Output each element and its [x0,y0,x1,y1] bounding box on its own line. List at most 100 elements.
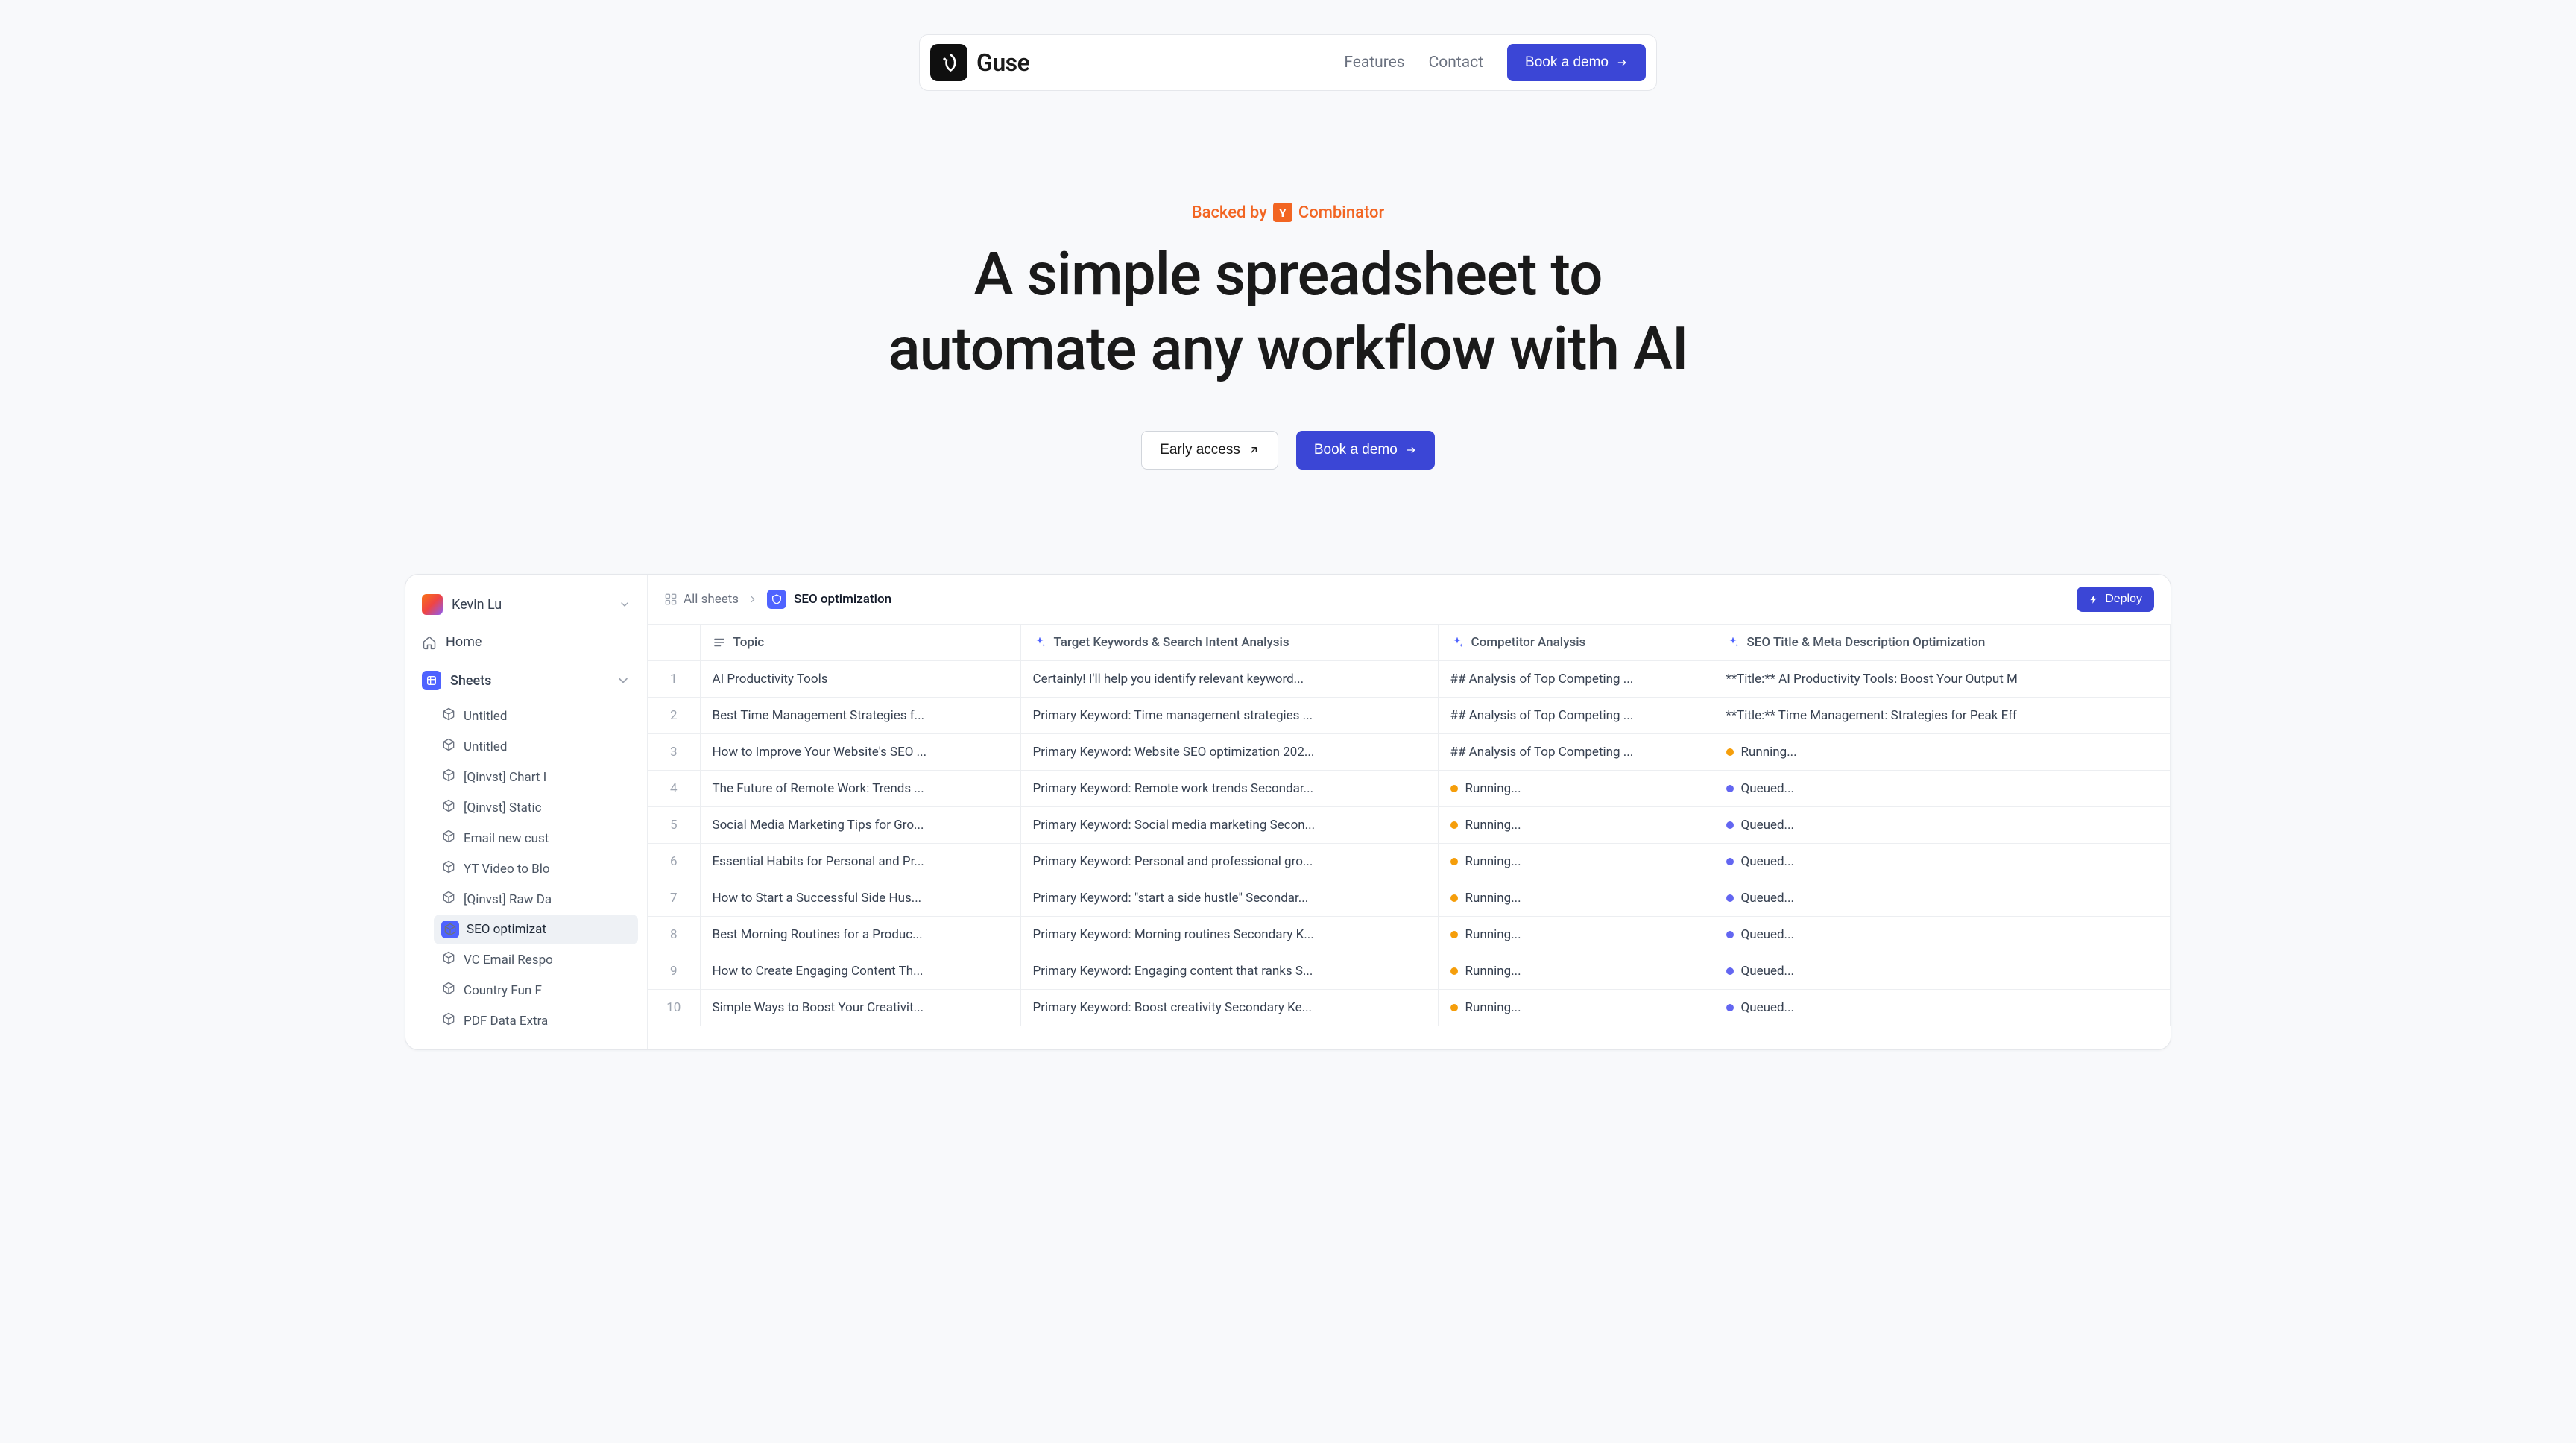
sparkle-icon [1726,636,1740,649]
cell-seo[interactable]: **Title:** Time Management: Strategies f… [1714,698,2171,734]
cell-topic[interactable]: How to Create Engaging Content Th... [700,953,1020,990]
cube-icon [441,859,456,878]
cell-competitor[interactable]: Running... [1438,807,1714,844]
col-seo[interactable]: SEO Title & Meta Description Optimizatio… [1714,625,2171,661]
sidebar: Kevin Lu Home Sheets UntitledUntitled[Qi… [405,575,648,1049]
status-dot-icon [1450,821,1458,829]
cell-competitor[interactable]: ## Analysis of Top Competing ... [1438,661,1714,698]
cell-seo[interactable]: **Title:** AI Productivity Tools: Boost … [1714,661,2171,698]
cell-seo[interactable]: Queued... [1714,990,2171,1026]
cell-topic[interactable]: How to Start a Successful Side Hus... [700,880,1020,917]
book-demo-label: Book a demo [1525,54,1609,71]
sidebar-item-sheets[interactable]: Sheets [414,663,638,698]
early-access-button[interactable]: Early access [1141,431,1278,470]
cell-topic[interactable]: Essential Habits for Personal and Pr... [700,844,1020,880]
cube-icon [441,798,456,817]
col-topic[interactable]: Topic [700,625,1020,661]
cell-topic[interactable]: Best Time Management Strategies f... [700,698,1020,734]
cell-topic[interactable]: Best Morning Routines for a Produc... [700,917,1020,953]
backed-by: Backed by Y Combinator [1192,203,1385,222]
cell-seo[interactable]: Queued... [1714,771,2171,807]
book-demo-button[interactable]: Book a demo [1507,44,1646,81]
breadcrumb-current: SEO optimization [767,590,891,609]
sidebar-sheet-item[interactable]: Email new cust [434,823,638,853]
sidebar-sheet-item[interactable]: SEO optimizat [434,915,638,944]
nav-link-features[interactable]: Features [1344,54,1404,72]
sheet-label: Email new cust [464,831,549,846]
sheet-label: SEO optimizat [467,922,546,937]
cell-competitor[interactable]: ## Analysis of Top Competing ... [1438,698,1714,734]
cell-topic[interactable]: AI Productivity Tools [700,661,1020,698]
table-row: 9How to Create Engaging Content Th...Pri… [648,953,2171,990]
cell-keywords[interactable]: Certainly! I'll help you identify releva… [1020,661,1438,698]
brand[interactable]: Guse [930,44,1029,81]
cell-keywords[interactable]: Primary Keyword: Boost creativity Second… [1020,990,1438,1026]
col-keywords[interactable]: Target Keywords & Search Intent Analysis [1020,625,1438,661]
cell-competitor[interactable]: Running... [1438,990,1714,1026]
text-icon [713,636,726,649]
cell-competitor[interactable]: Running... [1438,880,1714,917]
status-running: Running... [1450,1000,1521,1015]
cell-seo[interactable]: Queued... [1714,807,2171,844]
app-preview: Kevin Lu Home Sheets UntitledUntitled[Qi… [405,574,2171,1050]
deploy-button[interactable]: Deploy [2077,587,2154,612]
cell-keywords[interactable]: Primary Keyword: Personal and profession… [1020,844,1438,880]
cell-topic[interactable]: The Future of Remote Work: Trends ... [700,771,1020,807]
arrow-up-right-icon [1248,444,1260,456]
status-queued: Queued... [1726,927,1795,942]
cell-keywords[interactable]: Primary Keyword: Time management strateg… [1020,698,1438,734]
cell-seo[interactable]: Queued... [1714,844,2171,880]
sidebar-sheet-item[interactable]: PDF Data Extra [434,1005,638,1036]
cell-seo[interactable]: Queued... [1714,880,2171,917]
sidebar-sheet-item[interactable]: Untitled [434,701,638,731]
data-table: Topic Target Keywords & Search Intent An… [648,625,2171,1026]
cube-icon [441,921,459,938]
cell-competitor[interactable]: Running... [1438,771,1714,807]
cell-seo[interactable]: Queued... [1714,953,2171,990]
status-running: Running... [1450,891,1521,906]
sidebar-sheet-item[interactable]: YT Video to Blo [434,853,638,884]
cell-seo[interactable]: Running... [1714,734,2171,771]
cell-topic[interactable]: Simple Ways to Boost Your Creativit... [700,990,1020,1026]
cell-competitor[interactable]: ## Analysis of Top Competing ... [1438,734,1714,771]
cell-keywords[interactable]: Primary Keyword: Website SEO optimizatio… [1020,734,1438,771]
avatar [422,594,443,615]
sidebar-sheet-item[interactable]: Untitled [434,731,638,762]
status-dot-icon [1726,1004,1734,1011]
sidebar-sheet-item[interactable]: [Qinvst] Static [434,792,638,823]
cell-topic[interactable]: How to Improve Your Website's SEO ... [700,734,1020,771]
status-dot-icon [1726,785,1734,792]
col-competitor[interactable]: Competitor Analysis [1438,625,1714,661]
cell-keywords[interactable]: Primary Keyword: Engaging content that r… [1020,953,1438,990]
cell-competitor[interactable]: Running... [1438,917,1714,953]
status-running: Running... [1450,964,1521,979]
cell-competitor[interactable]: Running... [1438,844,1714,880]
cube-icon [441,829,456,847]
status-running: Running... [1450,781,1521,796]
home-icon [422,635,437,650]
sidebar-sheet-item[interactable]: Country Fun F [434,975,638,1005]
cell-seo[interactable]: Queued... [1714,917,2171,953]
cell-keywords[interactable]: Primary Keyword: Social media marketing … [1020,807,1438,844]
cell-keywords[interactable]: Primary Keyword: Remote work trends Seco… [1020,771,1438,807]
row-number: 8 [648,917,700,953]
nav-link-contact[interactable]: Contact [1429,54,1483,72]
sidebar-item-label: Home [446,634,482,650]
cube-icon [441,707,456,725]
yc-badge-icon: Y [1273,203,1292,222]
hero-book-demo-button[interactable]: Book a demo [1296,431,1435,470]
breadcrumb-bar: All sheets SEO optimization Deploy [648,575,2171,625]
hero: Backed by Y Combinator A simple spreadsh… [0,203,2576,470]
cell-topic[interactable]: Social Media Marketing Tips for Gro... [700,807,1020,844]
user-name: Kevin Lu [452,597,610,613]
breadcrumb-all-sheets[interactable]: All sheets [664,592,739,607]
cell-competitor[interactable]: Running... [1438,953,1714,990]
cell-keywords[interactable]: Primary Keyword: "start a side hustle" S… [1020,880,1438,917]
sidebar-item-home[interactable]: Home [414,627,638,657]
sidebar-sheet-item[interactable]: [Qinvst] Chart I [434,762,638,792]
cell-keywords[interactable]: Primary Keyword: Morning routines Second… [1020,917,1438,953]
sidebar-sheet-item[interactable]: VC Email Respo [434,944,638,975]
sidebar-sheet-item[interactable]: [Qinvst] Raw Da [434,884,638,915]
brand-name: Guse [976,48,1029,77]
user-menu[interactable]: Kevin Lu [414,588,638,621]
